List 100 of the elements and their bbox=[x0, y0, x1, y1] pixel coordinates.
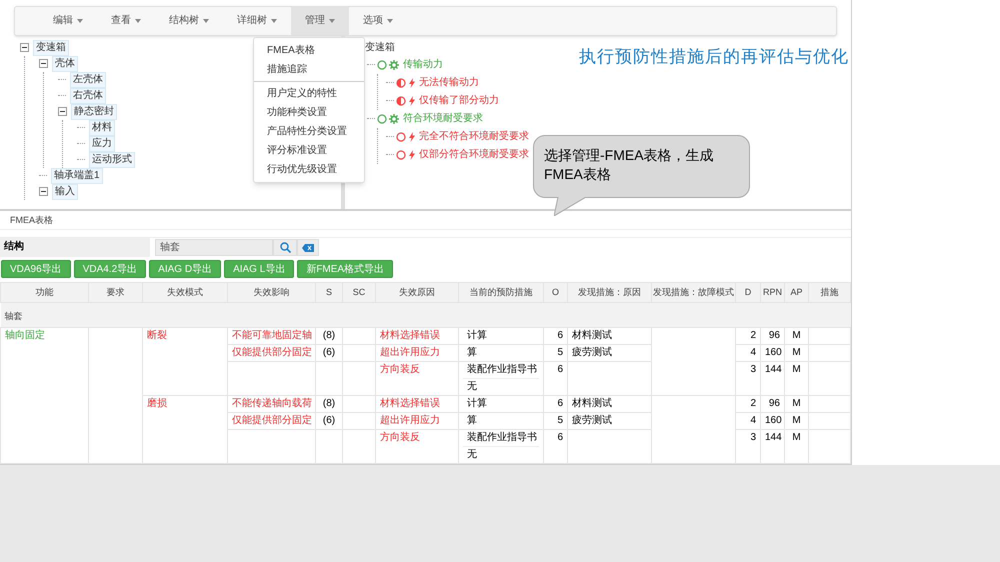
severity-cell: (8) bbox=[322, 330, 336, 341]
collapse-icon[interactable] bbox=[58, 107, 67, 116]
menu-item[interactable]: 结构树 bbox=[155, 7, 223, 35]
caret-icon bbox=[329, 18, 335, 23]
failure-cause-cell: 材料选择错误 bbox=[380, 398, 440, 409]
tree-node[interactable]: 变速箱 bbox=[365, 40, 529, 56]
dropdown-item[interactable]: 功能种类设置 bbox=[254, 103, 364, 122]
prevention-cell: 计算 bbox=[467, 330, 487, 341]
detection-rating-cell: 3 bbox=[750, 364, 756, 375]
tree-node[interactable]: 完全不符合环境耐受要求 bbox=[419, 129, 529, 144]
occurrence-cell: 5 bbox=[557, 415, 563, 426]
ap-cell: M bbox=[792, 330, 801, 341]
tree-node[interactable]: 静态密封 bbox=[71, 104, 117, 120]
tree-node[interactable]: 无法传输动力 bbox=[419, 75, 479, 90]
group-label: 轴套 bbox=[4, 311, 22, 321]
caret-icon bbox=[203, 18, 209, 23]
ap-cell: M bbox=[792, 347, 801, 358]
tree-node[interactable]: 右壳体 bbox=[70, 88, 106, 104]
prevention-cell: 算 bbox=[467, 415, 477, 426]
menu-item[interactable]: 编辑 bbox=[39, 7, 97, 35]
detection-rating-cell: 4 bbox=[750, 415, 756, 426]
detection-rating-cell: 3 bbox=[750, 432, 756, 443]
column-header: 发现措施：原因 bbox=[568, 282, 652, 302]
tree-node[interactable]: 仅部分符合环境耐受要求 bbox=[419, 147, 529, 162]
tree-node[interactable]: 变速箱 bbox=[33, 40, 69, 56]
severity-cell: (8) bbox=[322, 398, 336, 409]
prevention-cell: 装配作业指导书 bbox=[467, 364, 537, 375]
prevention-cell: 无 bbox=[467, 381, 477, 392]
detection-cell: 材料测试 bbox=[572, 398, 612, 409]
caret-icon bbox=[135, 18, 141, 23]
rpn-cell: 96 bbox=[768, 398, 780, 409]
tree-node[interactable]: 壳体 bbox=[52, 56, 78, 72]
caret-icon bbox=[271, 18, 277, 23]
rpn-cell: 144 bbox=[765, 364, 782, 375]
search-icon bbox=[280, 242, 290, 253]
gear-icon bbox=[389, 114, 399, 124]
dropdown-item[interactable]: FMEA表格 bbox=[254, 41, 364, 60]
occurrence-cell: 6 bbox=[557, 432, 563, 443]
failure-cause-cell: 方向装反 bbox=[380, 364, 420, 375]
slide-title: 执行预防性措施后的再评估与优化 bbox=[579, 46, 849, 68]
detection-rating-cell: 2 bbox=[750, 398, 756, 409]
ap-cell: M bbox=[792, 415, 801, 426]
backspace-icon bbox=[302, 244, 314, 252]
collapse-icon[interactable] bbox=[39, 59, 48, 68]
dropdown-item[interactable]: 产品特性分类设置 bbox=[254, 122, 364, 141]
ap-cell: M bbox=[792, 432, 801, 443]
lightning-icon bbox=[409, 96, 415, 106]
ap-cell: M bbox=[792, 364, 801, 375]
failure-effect-cell: 仅能提供部分固定 bbox=[232, 415, 312, 426]
column-header: 失效模式 bbox=[142, 282, 228, 302]
failure-mode-cell: 断裂 bbox=[147, 330, 167, 341]
tree-node[interactable]: 运动形式 bbox=[89, 152, 135, 168]
column-header: 失效影响 bbox=[228, 282, 316, 302]
rpn-cell: 160 bbox=[765, 415, 782, 426]
failure-effect-cell: 不能可靠地固定轴 bbox=[232, 330, 312, 341]
tree-node[interactable]: 材料 bbox=[89, 120, 115, 136]
function-cell: 轴向固定 bbox=[5, 330, 45, 341]
column-header: 失效原因 bbox=[376, 282, 458, 302]
dropdown-item[interactable]: 措施追踪 bbox=[254, 60, 364, 79]
tree-node[interactable]: 输入 bbox=[52, 184, 78, 200]
rpn-cell: 144 bbox=[765, 432, 782, 443]
detection-cell: 材料测试 bbox=[572, 330, 612, 341]
detection-cell: 疲劳测试 bbox=[572, 415, 612, 426]
menu-item[interactable]: 选项 bbox=[349, 7, 407, 35]
failure-cause-cell: 方向装反 bbox=[380, 432, 420, 443]
detection-cell: 疲劳测试 bbox=[572, 347, 612, 358]
caret-icon bbox=[387, 18, 393, 23]
column-header: 当前的预防措施 bbox=[458, 282, 544, 302]
panel-title: FMEA表格 bbox=[9, 214, 54, 227]
caret-icon bbox=[77, 18, 83, 23]
search-button[interactable] bbox=[273, 239, 297, 256]
rpn-cell: 160 bbox=[765, 347, 782, 358]
structure-label: 结构 bbox=[0, 238, 150, 257]
dropdown-item[interactable]: 行动优先级设置 bbox=[254, 160, 364, 179]
menu-item[interactable]: 查看 bbox=[97, 7, 155, 35]
search-field[interactable]: 轴套 bbox=[155, 239, 273, 256]
collapse-icon[interactable] bbox=[39, 187, 48, 196]
lightning-icon bbox=[409, 78, 415, 88]
clear-button[interactable] bbox=[297, 239, 319, 256]
prevention-cell: 算 bbox=[467, 347, 477, 358]
lightning-icon bbox=[409, 132, 415, 142]
occurrence-cell: 6 bbox=[557, 330, 563, 341]
lightning-icon bbox=[409, 150, 415, 160]
gear-icon bbox=[389, 60, 399, 70]
dropdown-item[interactable]: 评分标准设置 bbox=[254, 141, 364, 160]
failure-effect-cell: 仅能提供部分固定 bbox=[232, 347, 312, 358]
column-header: 功能 bbox=[0, 282, 88, 302]
tree-node[interactable]: 应力 bbox=[89, 136, 115, 152]
menu-item[interactable]: 详细树 bbox=[223, 7, 291, 35]
menu-item[interactable]: 管理 bbox=[291, 7, 349, 35]
dropdown-item[interactable]: 用户定义的特性 bbox=[254, 84, 364, 103]
tree-node[interactable]: 仅传输了部分动力 bbox=[419, 93, 499, 108]
prevention-cell: 无 bbox=[467, 449, 477, 460]
circle-icon bbox=[377, 114, 387, 124]
rpn-cell: 96 bbox=[768, 330, 780, 341]
prevention-cell: 装配作业指导书 bbox=[467, 432, 537, 443]
collapse-icon[interactable] bbox=[20, 43, 29, 52]
tree-node[interactable]: 左壳体 bbox=[70, 72, 106, 88]
tree-node[interactable]: 轴承端盖1 bbox=[51, 168, 103, 184]
ap-cell: M bbox=[792, 398, 801, 409]
